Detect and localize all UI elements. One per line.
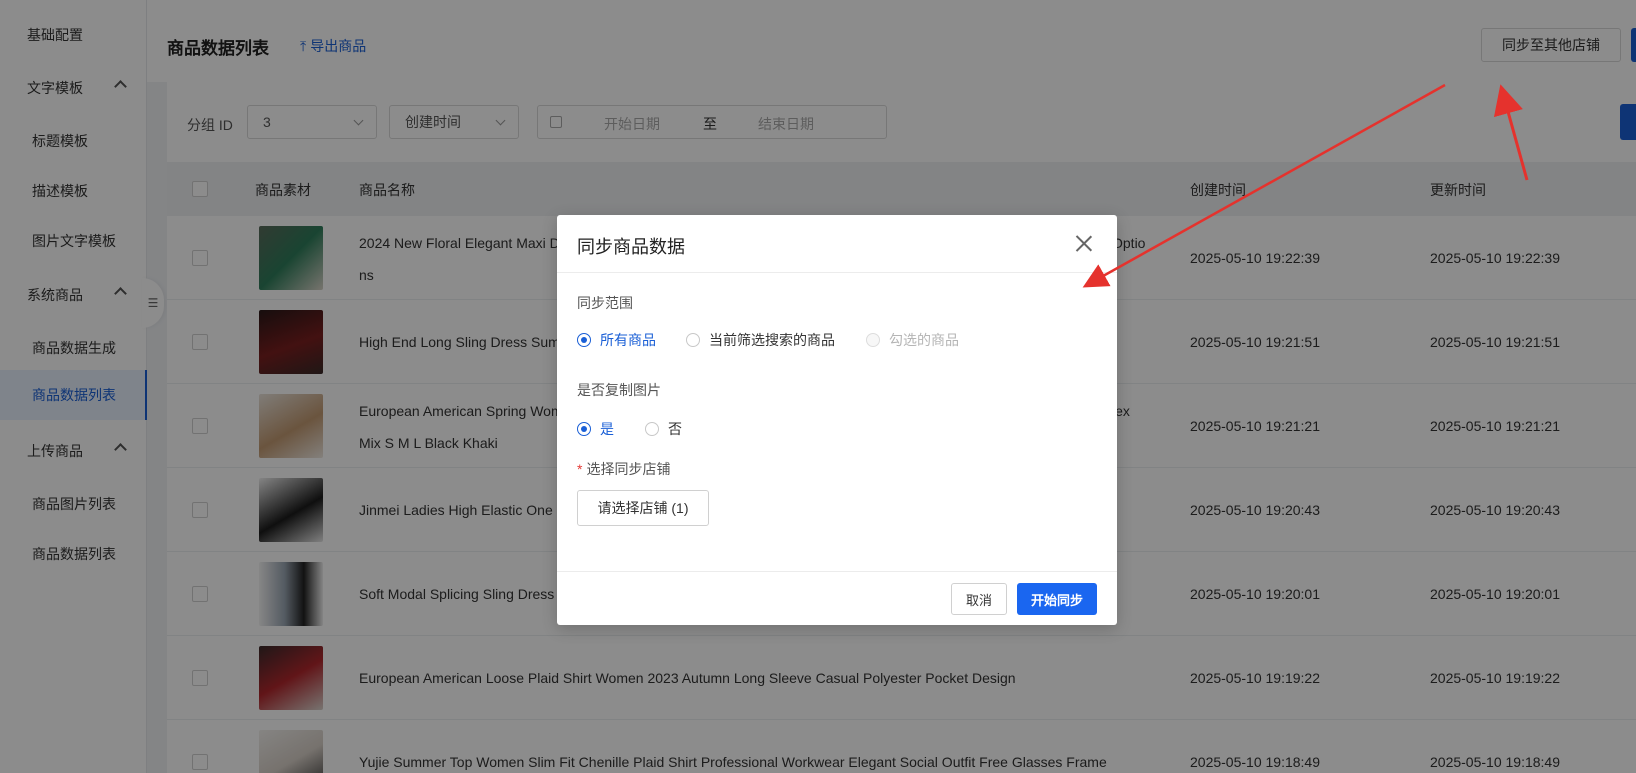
close-icon[interactable] xyxy=(1075,234,1093,252)
cancel-button[interactable]: 取消 xyxy=(951,583,1007,615)
radio-selected-icon xyxy=(577,333,591,347)
required-asterisk: * xyxy=(577,461,583,477)
radio-label: 当前筛选搜索的商品 xyxy=(709,332,835,348)
radio-empty-icon xyxy=(686,333,700,347)
radio-label: 所有商品 xyxy=(600,332,656,348)
radio-label: 否 xyxy=(668,421,682,437)
scope-radio-filtered-products[interactable]: 当前筛选搜索的商品 xyxy=(686,330,835,350)
radio-label: 勾选的商品 xyxy=(889,332,959,348)
radio-selected-icon xyxy=(577,422,591,436)
radio-empty-icon xyxy=(645,422,659,436)
copy-radio-yes[interactable]: 是 xyxy=(577,419,614,439)
sync-store-label: * 选择同步店铺 xyxy=(577,461,671,477)
radio-disabled-icon xyxy=(866,333,880,347)
sync-scope-label: 同步范围 xyxy=(577,295,633,311)
dialog-footer-divider xyxy=(557,571,1117,572)
start-sync-button[interactable]: 开始同步 xyxy=(1017,583,1097,615)
radio-label: 是 xyxy=(600,421,614,437)
dialog-title: 同步商品数据 xyxy=(577,237,685,257)
scope-radio-checked-products: 勾选的商品 xyxy=(866,330,959,350)
sync-products-dialog: 同步商品数据 同步范围 所有商品 当前筛选搜索的商品 勾选的商品 是否复制图片 … xyxy=(557,215,1117,625)
copy-radio-no[interactable]: 否 xyxy=(645,419,682,439)
dialog-header-divider xyxy=(557,272,1117,273)
copy-images-label: 是否复制图片 xyxy=(577,382,661,398)
select-store-button[interactable]: 请选择店铺 (1) xyxy=(577,490,709,526)
scope-radio-all-products[interactable]: 所有商品 xyxy=(577,330,656,350)
